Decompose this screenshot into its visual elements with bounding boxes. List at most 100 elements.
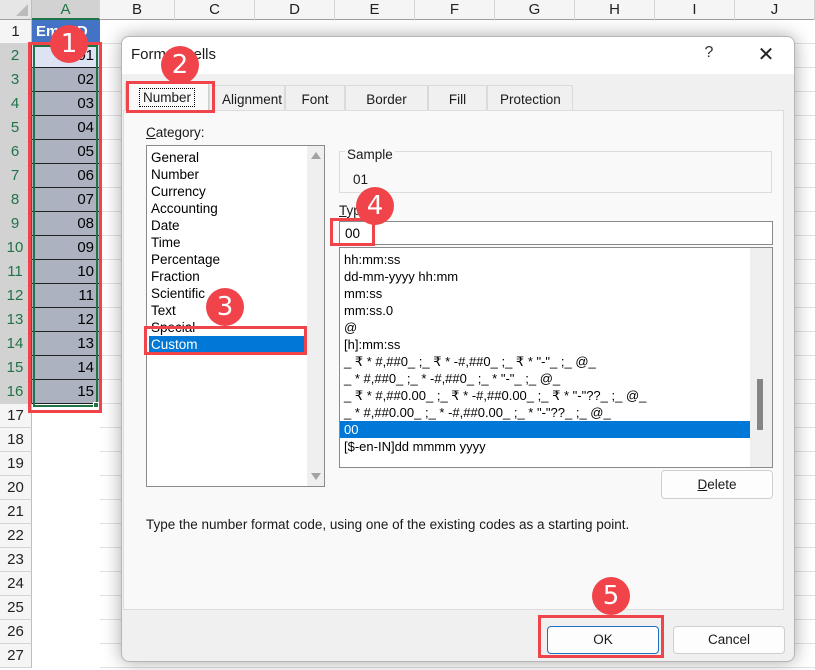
column-header-c[interactable]: C (175, 0, 255, 20)
cell[interactable]: 07 (32, 188, 100, 212)
category-item[interactable]: Percentage (147, 251, 324, 268)
row-header[interactable]: 14 (0, 332, 32, 356)
cell[interactable]: 06 (32, 164, 100, 188)
dialog-titlebar[interactable]: Format Cells ? ✕ (122, 37, 794, 74)
scroll-up-arrow-icon[interactable] (311, 152, 321, 159)
row-header[interactable]: 27 (0, 644, 32, 668)
row-header[interactable]: 13 (0, 308, 32, 332)
format-type-item[interactable]: @ (340, 319, 750, 336)
type-input[interactable] (339, 221, 773, 245)
column-header-a[interactable]: A (32, 0, 100, 20)
column-header-g[interactable]: G (495, 0, 575, 20)
type-list-scroll-thumb[interactable] (757, 379, 763, 430)
format-type-item[interactable]: _ * #,##0.00_ ;_ * -#,##0.00_ ;_ * "-"??… (340, 404, 750, 421)
column-a-cells: Emp ID 010203040506070809101112131415 (32, 20, 100, 404)
cell[interactable]: 08 (32, 212, 100, 236)
category-item[interactable]: Number (147, 166, 324, 183)
row-header[interactable]: 26 (0, 620, 32, 644)
row-header[interactable]: 21 (0, 500, 32, 524)
row-header[interactable]: 20 (0, 476, 32, 500)
row-header[interactable]: 22 (0, 524, 32, 548)
row-header[interactable]: 5 (0, 116, 32, 140)
column-header-f[interactable]: F (415, 0, 495, 20)
format-type-item[interactable]: _ ₹ * #,##0_ ;_ ₹ * -#,##0_ ;_ ₹ * "-"_ … (340, 353, 750, 370)
grid-line (100, 667, 815, 668)
row-header[interactable]: 11 (0, 260, 32, 284)
format-type-item[interactable]: hh:mm:ss (340, 251, 750, 268)
cell[interactable]: 13 (32, 332, 100, 356)
fill-handle[interactable] (93, 402, 99, 408)
sample-label: Sample (345, 147, 395, 162)
cell[interactable]: 04 (32, 116, 100, 140)
category-item[interactable]: Currency (147, 183, 324, 200)
row-header[interactable]: 19 (0, 452, 32, 476)
row-header[interactable]: 16 (0, 380, 32, 404)
row-header[interactable]: 17 (0, 404, 32, 428)
column-header-i[interactable]: I (655, 0, 735, 20)
close-icon[interactable]: ✕ (752, 42, 780, 68)
row-header[interactable]: 8 (0, 188, 32, 212)
cell[interactable]: 12 (32, 308, 100, 332)
row-header[interactable]: 6 (0, 140, 32, 164)
format-type-item[interactable]: [$-en-IN]dd mmmm yyyy (340, 438, 750, 455)
cell[interactable]: 11 (32, 284, 100, 308)
tab-font[interactable]: Font (285, 85, 345, 112)
row-header[interactable]: 9 (0, 212, 32, 236)
format-type-item[interactable]: dd-mm-yyyy hh:mm (340, 268, 750, 285)
help-button[interactable]: ? (698, 44, 720, 66)
cell[interactable]: 05 (32, 140, 100, 164)
type-list-scrollbar[interactable] (750, 248, 772, 467)
row-header[interactable]: 15 (0, 356, 32, 380)
row-header[interactable]: 10 (0, 236, 32, 260)
column-header-h[interactable]: H (575, 0, 655, 20)
row-headers: 1 2 3 4 5 6 7 8 9 10 11 12 13 14 15 16 17 18 19 20 21 22 23 24 2… (0, 20, 32, 668)
row-header[interactable]: 18 (0, 428, 32, 452)
row-header[interactable]: 24 (0, 572, 32, 596)
row-header[interactable]: 7 (0, 164, 32, 188)
cell[interactable]: 15 (32, 380, 100, 404)
cell[interactable]: 14 (32, 356, 100, 380)
format-type-item[interactable]: _ * #,##0_ ;_ * -#,##0_ ;_ * "-"_ ;_ @_ (340, 370, 750, 387)
select-all-button[interactable] (0, 0, 32, 20)
ok-button[interactable]: OK (547, 626, 659, 654)
row-header[interactable]: 2 (0, 44, 32, 68)
format-type-item[interactable]: [h]:mm:ss (340, 336, 750, 353)
category-item[interactable]: General (147, 149, 324, 166)
cancel-button[interactable]: Cancel (673, 626, 785, 654)
format-type-item[interactable]: 00 (340, 421, 750, 438)
cell[interactable]: 10 (32, 260, 100, 284)
category-item[interactable]: Accounting (147, 200, 324, 217)
row-header[interactable]: 23 (0, 548, 32, 572)
category-item[interactable]: Fraction (147, 268, 324, 285)
callout-badge-1: 1 (50, 25, 88, 63)
row-header[interactable]: 1 (0, 20, 32, 44)
category-scrollbar[interactable] (307, 146, 324, 486)
row-header[interactable]: 4 (0, 92, 32, 116)
delete-button[interactable]: Delete (661, 470, 773, 499)
callout-badge-3: 3 (206, 288, 244, 326)
row-header[interactable]: 12 (0, 284, 32, 308)
format-type-item[interactable]: mm:ss.0 (340, 302, 750, 319)
cell[interactable]: 09 (32, 236, 100, 260)
row-header[interactable]: 3 (0, 68, 32, 92)
cell[interactable]: 03 (32, 92, 100, 116)
column-header-b[interactable]: B (100, 0, 175, 20)
tab-protection[interactable]: Protection (487, 85, 573, 112)
scroll-down-arrow-icon[interactable] (311, 473, 321, 480)
tab-fill[interactable]: Fill (428, 85, 487, 112)
number-tab-panel: Category: General Number Currency Accountin… (123, 110, 784, 610)
tab-border[interactable]: Border (345, 85, 428, 112)
category-item[interactable]: Date (147, 217, 324, 234)
tab-number[interactable]: Number (125, 83, 209, 112)
category-item[interactable]: Custom (149, 336, 321, 353)
format-type-item[interactable]: _ ₹ * #,##0.00_ ;_ ₹ * -#,##0.00_ ;_ ₹ *… (340, 387, 750, 404)
cell[interactable]: 02 (32, 68, 100, 92)
category-item[interactable]: Time (147, 234, 324, 251)
column-header-e[interactable]: E (335, 0, 415, 20)
format-type-item[interactable]: mm:ss (340, 285, 750, 302)
row-header[interactable]: 25 (0, 596, 32, 620)
format-type-list[interactable]: hh:mm:ss dd-mm-yyyy hh:mm mm:ss mm:ss.0 @ [h]… (339, 247, 773, 468)
column-header-j[interactable]: J (735, 0, 815, 20)
column-header-d[interactable]: D (255, 0, 335, 20)
tab-alignment[interactable]: Alignment (209, 85, 285, 112)
